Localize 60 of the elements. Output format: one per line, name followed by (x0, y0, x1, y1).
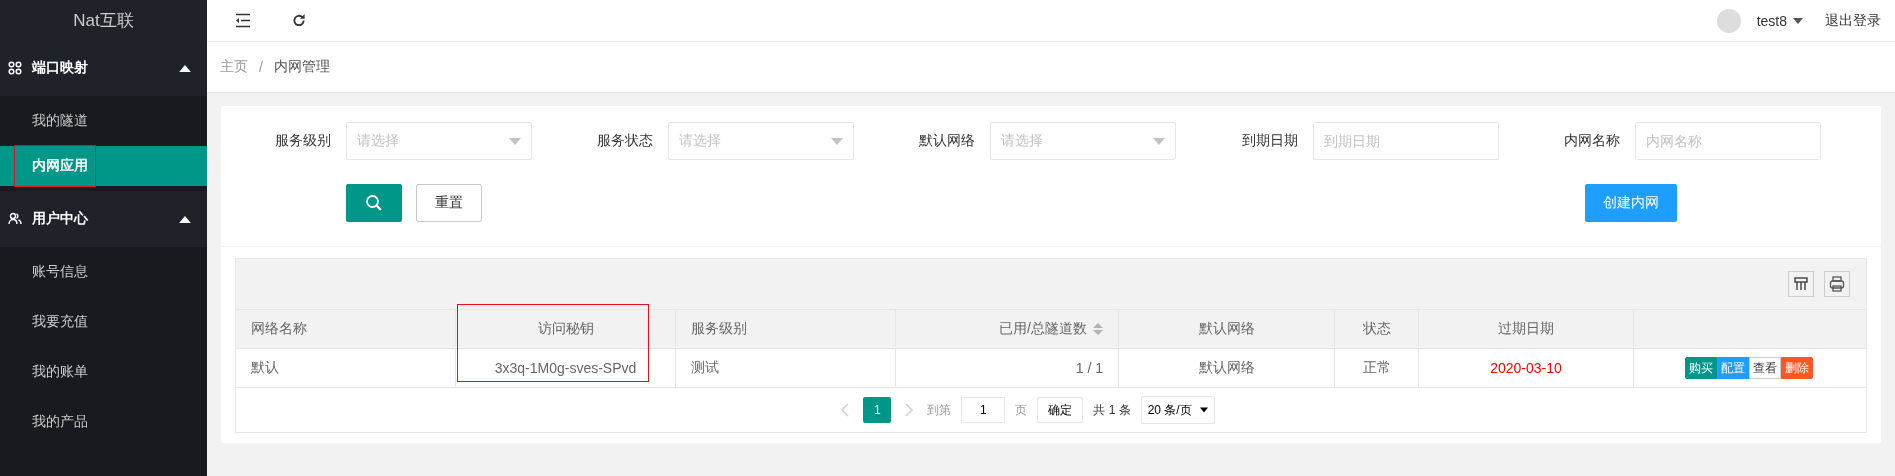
sidebar-group[interactable]: 端口映射 (0, 40, 207, 96)
users-icon (8, 212, 22, 226)
filter-label: 到期日期 (1240, 132, 1299, 150)
column-header: 访问秘钥 (537, 320, 594, 338)
sidebar-group[interactable]: 用户中心 (0, 191, 207, 247)
table-cell: 3x3q-1M0g-sves-SPvd (494, 360, 637, 376)
app-logo: Nat互联 (0, 0, 207, 40)
filter-label: 服务状态 (596, 132, 655, 150)
refresh-icon[interactable] (291, 13, 307, 28)
table-cell: 默认 (251, 359, 279, 377)
sidebar-item[interactable]: 内网应用 (0, 146, 207, 186)
column-header: 状态 (1362, 320, 1391, 338)
total-count: 共 1 条 (1093, 401, 1131, 419)
column-header: 服务级别 (691, 320, 747, 338)
filter-label: 内网名称 (1562, 132, 1621, 150)
caret-icon (1793, 17, 1803, 24)
caret-icon (831, 137, 844, 145)
page-button[interactable]: 1 (863, 397, 892, 423)
column-header: 默认网络 (1198, 320, 1255, 338)
input-field[interactable]: 内网名称 (1634, 122, 1821, 160)
caret-icon (179, 64, 191, 72)
filter-label: 默认网络 (918, 132, 977, 150)
caret-icon (179, 215, 191, 223)
page-input[interactable]: 1 (961, 397, 1006, 423)
breadcrumb-separator: / (259, 59, 263, 75)
sort-icon[interactable] (1093, 322, 1103, 336)
table-cell: 1 / 1 (1075, 360, 1103, 376)
user-menu[interactable]: test8 (1756, 12, 1787, 29)
page-unit: 页 (1015, 401, 1028, 419)
goto-label: 到第 (927, 401, 952, 419)
sidebar-item[interactable]: 我的账单 (0, 347, 207, 397)
confirm-button[interactable]: 确定 (1037, 397, 1084, 423)
menu-icon[interactable] (235, 13, 251, 28)
caret-icon (1153, 137, 1166, 145)
table-cell: 正常 (1362, 359, 1391, 377)
sidebar-item[interactable]: 我要充值 (0, 297, 207, 347)
filter-label: 服务级别 (274, 132, 332, 150)
caret-icon (1199, 407, 1208, 413)
caret-icon (509, 137, 521, 145)
action-button[interactable]: 购买 (1685, 357, 1717, 379)
column-header: 已用/总隧道数 (999, 320, 1087, 338)
reset-button[interactable]: 重置 (416, 184, 482, 222)
search-button[interactable] (346, 184, 402, 222)
logout-link[interactable]: 退出登录 (1825, 11, 1881, 30)
sidebar-item[interactable]: 我的隧道 (0, 96, 207, 146)
column-header: 网络名称 (251, 320, 307, 338)
column-header: 过期日期 (1498, 320, 1554, 338)
grid-icon (8, 61, 22, 75)
table-cell: 默认网络 (1198, 359, 1255, 377)
search-icon (365, 194, 383, 212)
columns-icon[interactable] (1788, 271, 1814, 297)
action-button[interactable]: 查看 (1749, 357, 1781, 379)
print-icon[interactable] (1824, 271, 1850, 297)
table-cell: 2020-03-10 (1490, 360, 1562, 376)
sidebar-item[interactable]: 我的产品 (0, 397, 207, 447)
table-cell: 测试 (691, 359, 719, 377)
input-field[interactable]: 到期日期 (1312, 122, 1499, 160)
breadcrumb-link[interactable]: 内网管理 (273, 58, 330, 76)
sidebar-item[interactable]: 账号信息 (0, 247, 207, 297)
page-size-select[interactable]: 20 条/页 (1140, 396, 1215, 424)
